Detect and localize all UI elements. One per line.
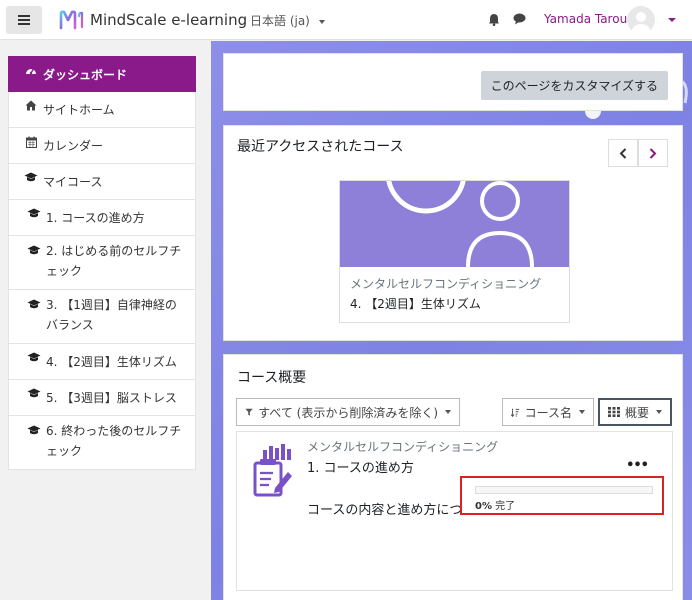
sidebar-item-course-2[interactable]: 2. はじめる前のセルフチェック (8, 236, 196, 290)
progress-value: 0% (475, 501, 492, 512)
sidebar-item-label: 1. コースの進め方 (46, 211, 145, 225)
hamburger-menu-button[interactable] (6, 6, 42, 34)
language-menu[interactable]: 日本語 (ja) (250, 12, 325, 29)
next-page-button[interactable] (638, 139, 668, 167)
dashboard-icon (24, 65, 38, 77)
grid-icon (608, 407, 620, 417)
user-menu-caret-icon[interactable] (668, 18, 676, 22)
sidebar-item-course-3[interactable]: 3. 【1週目】自律神経のバランス (8, 290, 196, 344)
customize-page-button[interactable]: このページをカスタマイズする (480, 71, 668, 100)
prev-page-button[interactable] (608, 139, 638, 167)
sidebar-item-dashboard[interactable]: ダッシュボード (8, 56, 196, 92)
graduation-cap-icon (27, 425, 41, 436)
user-avatar-icon (632, 12, 650, 34)
course-overview-card: コース概要 すべて (表示から削除済みを除く) コース名 概要 メンタルセルフコ… (223, 354, 683, 600)
grouping-filter-dropdown[interactable]: すべて (表示から削除済みを除く) (236, 398, 460, 426)
graduation-cap-icon (27, 352, 41, 363)
top-navbar: MindScale e-learning 日本語 (ja) Yamada Tar… (0, 0, 692, 40)
people-pattern-icon (340, 181, 569, 267)
site-name[interactable]: MindScale e-learning (90, 11, 247, 29)
graduation-cap-icon (24, 172, 38, 183)
language-label: 日本語 (ja) (250, 14, 310, 28)
sidebar-item-label: ダッシュボード (43, 68, 128, 82)
sort-icon (511, 408, 520, 417)
sidebar-item-label: 4. 【2週目】生体リズム (46, 355, 177, 369)
user-name[interactable]: Yamada Tarou (544, 12, 627, 26)
sort-label: コース名 (524, 405, 572, 420)
nav-drawer: ダッシュボード サイトホーム カレンダー マイコース 1. コースの進め方 2.… (0, 41, 211, 600)
chevron-right-icon (649, 147, 657, 159)
sidebar-item-site-home[interactable]: サイトホーム (8, 92, 196, 128)
recent-courses-card: 最近アクセスされたコース メンタルセルフコンディショニング 4. 【2週目】生体… (223, 125, 683, 341)
caret-down-icon (579, 410, 585, 414)
sidebar-item-course-6[interactable]: 6. 終わった後のセルフチェック (8, 416, 196, 470)
sidebar-item-course-1[interactable]: 1. コースの進め方 (8, 200, 196, 236)
recent-courses-title: 最近アクセスされたコース (237, 139, 404, 155)
sidebar-item-label: 2. はじめる前のセルフチェック (46, 244, 182, 278)
chevron-left-icon (619, 147, 627, 159)
progress-suffix: 完了 (491, 501, 516, 512)
graduation-cap-icon (27, 245, 41, 256)
chat-icon[interactable] (513, 13, 526, 25)
view-label: 概要 (624, 405, 649, 420)
caret-down-icon (445, 410, 451, 414)
sidebar-item-label: 3. 【1週目】自律神経のバランス (46, 298, 177, 332)
avatar[interactable] (627, 6, 655, 34)
sort-dropdown[interactable]: コース名 (502, 398, 594, 426)
sidebar-item-label: サイトホーム (43, 103, 115, 117)
caret-down-icon (318, 19, 325, 24)
course-summary-icon (253, 444, 292, 497)
main-region: このページをカスタマイズする 最近アクセスされたコース メンタルセルフコンディシ… (211, 41, 692, 600)
course-category: メンタルセルフコンディショニング (307, 440, 499, 454)
sidebar-item-label: カレンダー (43, 139, 104, 153)
caret-down-icon (656, 410, 662, 414)
customize-card: このページをカスタマイズする (223, 53, 683, 111)
home-icon (24, 100, 38, 111)
hamburger-icon (18, 15, 30, 25)
graduation-cap-icon (27, 208, 41, 219)
progress-bar (475, 486, 653, 494)
nav-list: ダッシュボード サイトホーム カレンダー マイコース 1. コースの進め方 2.… (8, 56, 196, 470)
more-icon[interactable]: ••• (626, 458, 649, 473)
sidebar-item-course-5[interactable]: 5. 【3週目】脳ストレス (8, 380, 196, 416)
sidebar-item-calendar[interactable]: カレンダー (8, 128, 196, 164)
course-name[interactable]: 1. コースの進め方 (307, 457, 414, 476)
view-mode-dropdown[interactable]: 概要 (598, 398, 672, 426)
site-logo[interactable] (58, 8, 84, 32)
course-overview-title: コース概要 (237, 370, 307, 386)
course-progress: 0% 完了 (460, 476, 664, 515)
graduation-cap-icon (27, 388, 41, 399)
sidebar-item-course-4[interactable]: 4. 【2週目】生体リズム (8, 344, 196, 380)
sidebar-item-my-courses[interactable]: マイコース (8, 164, 196, 200)
filter-label: すべて (表示から削除済みを除く) (258, 405, 438, 420)
course-name[interactable]: 4. 【2週目】生体リズム (350, 295, 481, 312)
sidebar-item-label: 5. 【3週目】脳ストレス (46, 391, 177, 405)
sidebar-item-label: マイコース (43, 175, 103, 189)
progress-text: 0% 完了 (475, 497, 515, 512)
course-image[interactable] (340, 181, 569, 267)
sidebar-item-label: 6. 終わった後のセルフチェック (46, 424, 182, 458)
filter-icon (245, 408, 253, 416)
recent-course-tile[interactable]: メンタルセルフコンディショニング 4. 【2週目】生体リズム (339, 180, 570, 323)
course-category: メンタルセルフコンディショニング (350, 277, 542, 291)
graduation-cap-icon (27, 299, 41, 310)
calendar-icon (24, 136, 38, 148)
bell-icon[interactable] (488, 13, 500, 26)
